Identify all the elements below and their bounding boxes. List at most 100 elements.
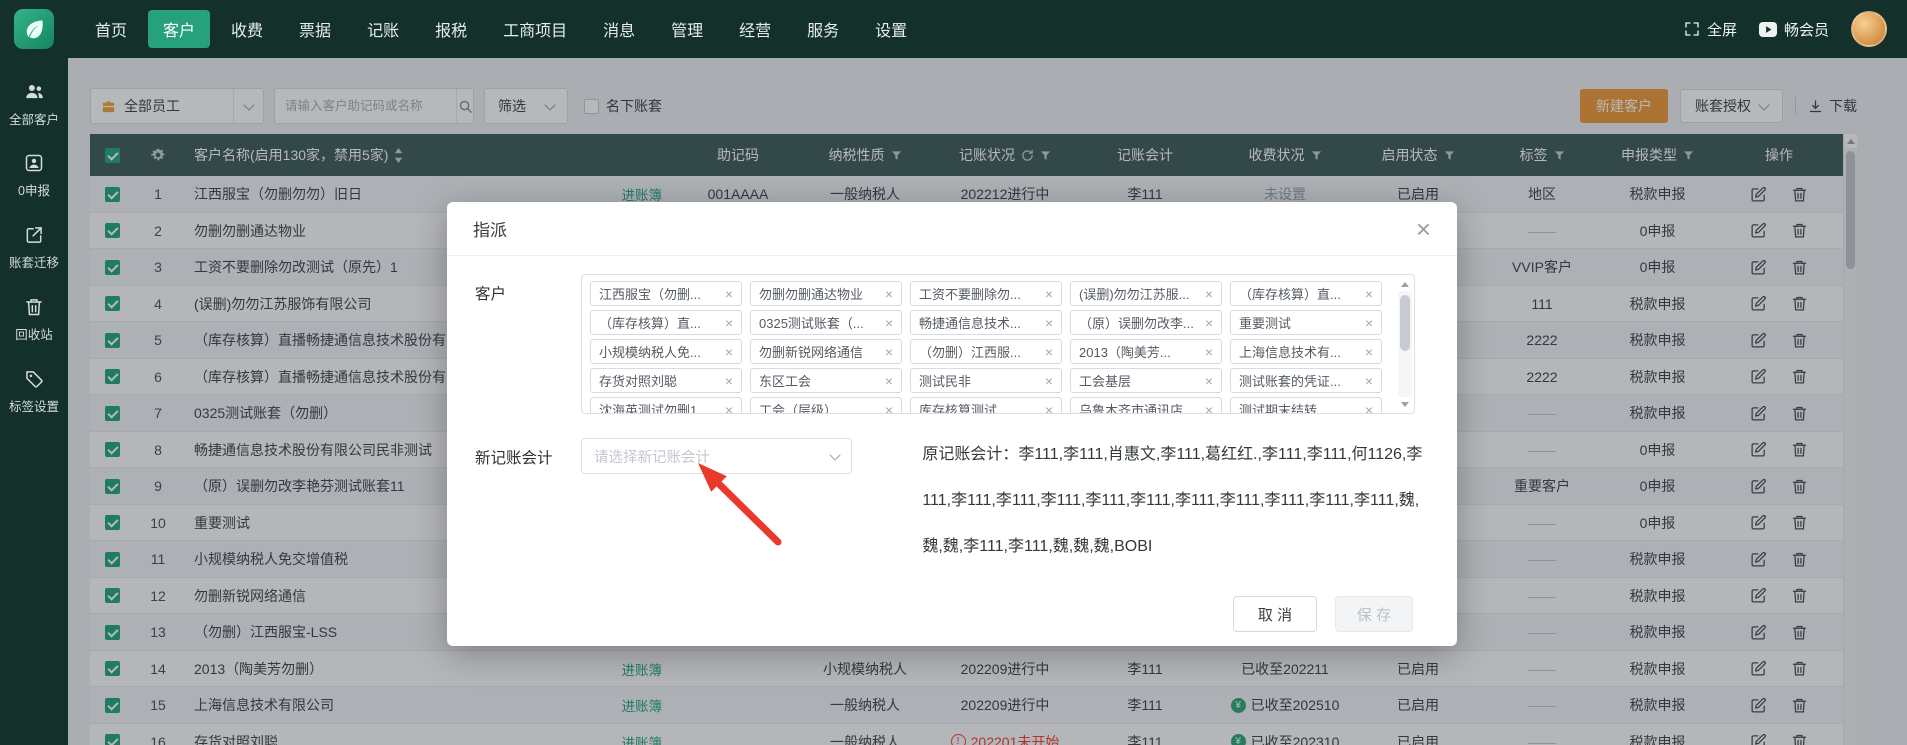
remove-tag-icon[interactable]: ×: [725, 344, 733, 360]
remove-tag-icon[interactable]: ×: [1045, 402, 1053, 415]
nav-item-2[interactable]: 客户: [148, 10, 210, 48]
app-logo[interactable]: [0, 0, 68, 58]
customer-tag: 0325测试账套（... ×: [750, 310, 902, 335]
sidebar-item-label: 标签设置: [9, 396, 59, 415]
close-icon[interactable]: ×: [1416, 216, 1431, 242]
fullscreen-icon: [1684, 21, 1700, 37]
remove-tag-icon[interactable]: ×: [885, 402, 893, 415]
customer-tag: 勿删勿删通达物业 ×: [750, 281, 902, 306]
remove-tag-icon[interactable]: ×: [1365, 344, 1373, 360]
tagbox-scrollbar[interactable]: [1398, 277, 1412, 411]
nav-item-1[interactable]: 首页: [80, 10, 142, 48]
sidebar-item-label: 全部客户: [9, 109, 59, 128]
customer-field-label: 客户: [475, 274, 581, 414]
red-arrow-annotation: [690, 458, 790, 553]
customer-tag-label: 乌鲁木齐市通讯店: [1079, 400, 1183, 414]
tag-settings-icon: [24, 369, 44, 389]
fullscreen-button[interactable]: 全屏: [1684, 19, 1737, 40]
customer-tag-label: 0325测试账套（...: [759, 313, 864, 332]
remove-tag-icon[interactable]: ×: [1045, 286, 1053, 302]
sidebar-item-label: 账套迁移: [9, 252, 59, 271]
sidebar-item-4[interactable]: 回收站: [0, 284, 68, 356]
customer-tag: （库存核算）直...×: [590, 310, 742, 335]
new-accountant-label: 新记账会计: [475, 438, 581, 570]
nav-item-5[interactable]: 记账: [352, 10, 414, 48]
sidebar-item-2[interactable]: 0申报: [0, 140, 68, 212]
remove-tag-icon[interactable]: ×: [725, 402, 733, 415]
remove-tag-icon[interactable]: ×: [1045, 315, 1053, 331]
main-nav: 首页客户收费票据记账报税工商项目消息管理经营服务设置: [80, 10, 922, 48]
nav-item-8[interactable]: 消息: [588, 10, 650, 48]
remove-tag-icon[interactable]: ×: [1365, 286, 1373, 302]
remove-tag-icon[interactable]: ×: [1045, 373, 1053, 389]
customer-tag-label: 勿删勿删通达物业: [759, 284, 863, 303]
nav-item-9[interactable]: 管理: [656, 10, 718, 48]
remove-tag-icon[interactable]: ×: [725, 373, 733, 389]
customer-tag-label: (误删)勿勿江苏服...: [1079, 284, 1190, 303]
nav-item-12[interactable]: 设置: [860, 10, 922, 48]
customer-tag: 重要测试×: [1230, 310, 1382, 335]
user-avatar[interactable]: [1851, 11, 1887, 47]
customer-tag-label: 上海信息技术有...: [1239, 342, 1341, 361]
remove-tag-icon[interactable]: ×: [1205, 373, 1213, 389]
remove-tag-icon[interactable]: ×: [885, 344, 893, 360]
customer-tag-label: 小规模纳税人免...: [599, 342, 701, 361]
remove-tag-icon[interactable]: ×: [885, 373, 893, 389]
customer-tag: 上海信息技术有... ×: [1230, 339, 1382, 364]
nav-item-10[interactable]: 经营: [724, 10, 786, 48]
customer-tag: 沈海英测试勿删1×: [590, 397, 742, 414]
remove-tag-icon[interactable]: ×: [1365, 402, 1373, 415]
dialog-body: 客户 江西服宝（勿删...×勿删勿删通达物业×工资不要删除勿...×(误删)勿勿…: [447, 256, 1457, 570]
remove-tag-icon[interactable]: ×: [1365, 373, 1373, 389]
remove-tag-icon[interactable]: ×: [1045, 344, 1053, 360]
remove-tag-icon[interactable]: ×: [1205, 315, 1213, 331]
sidebar-item-5[interactable]: 标签设置: [0, 356, 68, 428]
zero-declare-icon: [24, 153, 44, 173]
customer-tag: （勿删）江西服... ×: [910, 339, 1062, 364]
nav-item-6[interactable]: 报税: [420, 10, 482, 48]
migrate-icon: [24, 225, 44, 245]
save-button[interactable]: 保 存: [1335, 596, 1413, 632]
scrollbar-thumb[interactable]: [1400, 295, 1410, 351]
customer-multiselect[interactable]: 江西服宝（勿删...×勿删勿删通达物业×工资不要删除勿...×(误删)勿勿江苏服…: [581, 274, 1415, 414]
leaf-logo-icon: [22, 17, 46, 41]
scroll-down-icon[interactable]: [1398, 397, 1412, 411]
nav-item-11[interactable]: 服务: [792, 10, 854, 48]
play-member-icon: [1759, 22, 1777, 37]
customers-icon: [24, 81, 45, 102]
customer-tag-label: 2013（陶美芳...: [1079, 342, 1171, 361]
customer-tag-label: 工会基层: [1079, 371, 1131, 390]
customer-tag: 测试民非×: [910, 368, 1062, 393]
remove-tag-icon[interactable]: ×: [725, 286, 733, 302]
cancel-button[interactable]: 取 消: [1233, 596, 1317, 632]
customer-tag: 工会基层 ×: [1070, 368, 1222, 393]
nav-item-4[interactable]: 票据: [284, 10, 346, 48]
top-navbar: 首页客户收费票据记账报税工商项目消息管理经营服务设置 全屏 畅会员: [0, 0, 1907, 58]
remove-tag-icon[interactable]: ×: [1365, 315, 1373, 331]
customer-tag-label: （勿删）江西服...: [919, 342, 1021, 361]
member-label: 畅会员: [1784, 19, 1829, 40]
customer-tag: （原）误删勿改李... ×: [1070, 310, 1222, 335]
customer-tag-label: （原）误删勿改李...: [1079, 313, 1194, 332]
customer-tag: 测试账套的凭证... ×: [1230, 368, 1382, 393]
member-button[interactable]: 畅会员: [1759, 19, 1829, 40]
remove-tag-icon[interactable]: ×: [725, 315, 733, 331]
remove-tag-icon[interactable]: ×: [1205, 402, 1213, 415]
fullscreen-label: 全屏: [1707, 19, 1737, 40]
topbar-right: 全屏 畅会员: [1684, 11, 1907, 47]
scroll-up-icon[interactable]: [1398, 277, 1412, 291]
nav-item-3[interactable]: 收费: [216, 10, 278, 48]
customer-tag: 江西服宝（勿删...×: [590, 281, 742, 306]
remove-tag-icon[interactable]: ×: [1205, 344, 1213, 360]
customer-tag: 存货对照刘聪×: [590, 368, 742, 393]
customer-tag-label: 东区工会: [759, 371, 811, 390]
sidebar-item-1[interactable]: 全部客户: [0, 68, 68, 140]
remove-tag-icon[interactable]: ×: [885, 315, 893, 331]
nav-item-7[interactable]: 工商项目: [488, 10, 582, 48]
remove-tag-icon[interactable]: ×: [1205, 286, 1213, 302]
remove-tag-icon[interactable]: ×: [885, 286, 893, 302]
customer-tag-label: 测试账套的凭证...: [1239, 371, 1341, 390]
sidebar-item-3[interactable]: 账套迁移: [0, 212, 68, 284]
customer-tag-label: 勿删新锐网络通信: [759, 342, 863, 361]
customer-tag: (误删)勿勿江苏服... ×: [1070, 281, 1222, 306]
